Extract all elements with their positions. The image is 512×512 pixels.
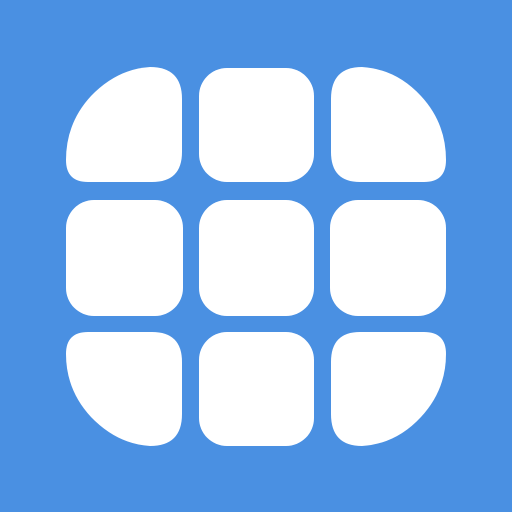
app-icon <box>0 0 512 512</box>
tile-bottom-center <box>199 332 314 446</box>
tile-middle-left <box>66 200 183 316</box>
grid-3x3-icon <box>0 0 512 512</box>
tile-top-center <box>199 68 314 182</box>
tile-middle-right <box>330 200 446 316</box>
tile-center <box>199 200 314 316</box>
